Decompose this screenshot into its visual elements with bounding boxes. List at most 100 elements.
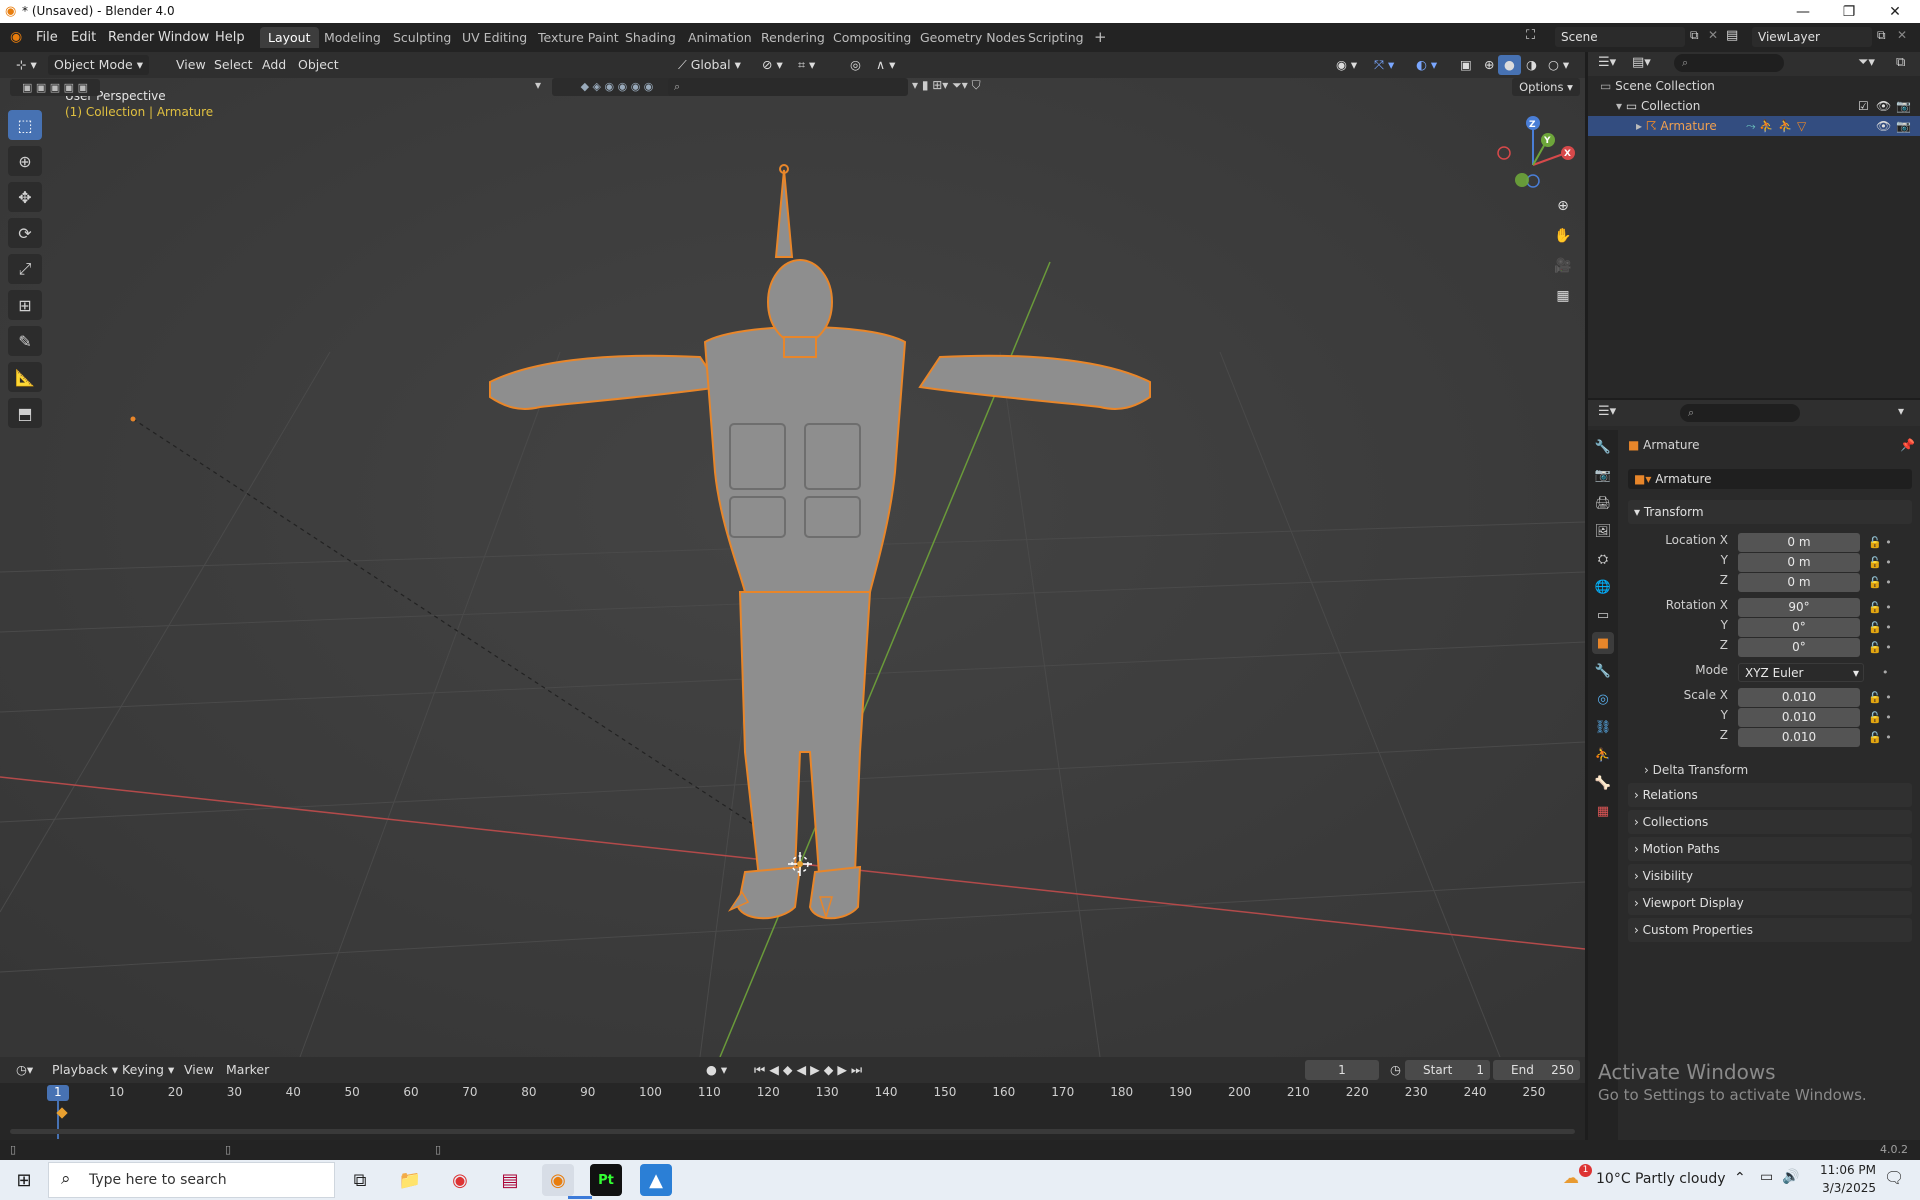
weather-icon[interactable]: ☁ [1563,1168,1579,1187]
lock-icon[interactable]: 🔓 • [1868,618,1908,638]
menu-file[interactable]: File [30,28,64,47]
options-button[interactable]: Options ▾ [1512,78,1580,96]
scene-icon[interactable]: ⛶ [1526,28,1535,43]
armature-data-tab-icon[interactable]: ⛹ [1592,744,1614,766]
gizmo-toggle-icon[interactable]: ⤧ ▾ [1368,55,1400,75]
solid-shading-icon[interactable]: ● [1498,55,1521,75]
clock-time[interactable]: 11:06 PM [1810,1163,1876,1177]
properties-editor-icon[interactable]: ☰▾ [1598,404,1616,419]
select-box-tool-icon[interactable]: ⬚ [8,110,42,140]
tab-sculpting[interactable]: Sculpting [385,27,459,48]
editor-type-icon[interactable]: ⊹ ▾ [10,55,43,75]
timeline-ruler[interactable]: 1 10 20 30 40 50 60 70 80 90 100 110 120 130 140 150 160… [0,1083,1585,1103]
lock-icon[interactable]: 🔓 • [1868,598,1908,618]
tab-modeling[interactable]: Modeling [316,27,389,48]
blender-menu-icon[interactable]: ◉ [10,29,22,45]
delete-view-layer-icon[interactable]: ✕ [1897,28,1907,42]
cursor-tool-icon[interactable]: ⊕ [8,146,42,176]
end-frame-field[interactable]: End 250 [1493,1060,1580,1080]
view-layer-tab-icon[interactable]: 🖼 [1592,520,1614,542]
tab-layout[interactable]: Layout [260,27,319,48]
network-icon[interactable]: ▭ [1760,1169,1773,1185]
lock-icon[interactable]: 🔓 • [1868,688,1908,708]
menu-add[interactable]: Add [256,55,292,75]
start-frame-field[interactable]: Start 1 [1405,1060,1490,1080]
armature-eye-icon[interactable]: 👁 [1876,116,1891,136]
tab-geometry-nodes[interactable]: Geometry Nodes [912,27,1033,48]
outliner-row-scene-collection[interactable]: ▭ Scene Collection [1600,76,1920,96]
pin-icon[interactable]: 📌 [1900,435,1915,455]
blender-taskbar-icon[interactable]: ◉ [542,1164,574,1196]
file-explorer-icon[interactable]: 📁 [394,1164,426,1196]
timeline-scrollbar[interactable] [10,1129,1575,1134]
scale-y-field[interactable]: 0.010 [1738,708,1860,727]
playback-menu[interactable]: Playback ▾ [46,1060,124,1080]
outliner-row-collection[interactable]: ▾ ▭ Collection ☑ 👁 📷 [1600,96,1920,116]
viewport-display-panel-header[interactable]: › Viewport Display [1628,891,1912,915]
collection-eye-icon[interactable]: 👁 [1876,96,1891,116]
physics-tab-icon[interactable]: ◎ [1592,688,1614,710]
clock-date[interactable]: 3/3/2025 [1810,1181,1876,1195]
timeline-editor-icon[interactable]: ◷▾ [10,1060,39,1080]
bone-tab-icon[interactable]: 🦴 [1592,772,1614,794]
lock-icon[interactable]: 🔓 • [1868,728,1908,748]
scale-tool-icon[interactable]: ⤢ [8,254,42,284]
collections-panel-header[interactable]: › Collections [1628,810,1912,834]
delta-transform-subpanel[interactable]: › Delta Transform [1644,760,1748,780]
keyframe-dot[interactable]: • [1868,663,1908,683]
expand-icon[interactable]: ▾ [1600,99,1626,113]
rendered-shading-icon[interactable]: ○ ▾ [1542,55,1575,75]
material-shading-icon[interactable]: ◑ [1520,55,1543,75]
keying-menu[interactable]: Keying ▾ [116,1060,180,1080]
rotation-mode-dropdown[interactable]: XYZ Euler ▾ [1738,663,1864,682]
timeline-view-menu[interactable]: View [178,1060,220,1080]
tab-compositing[interactable]: Compositing [825,27,919,48]
visibility-panel-header[interactable]: › Visibility [1628,864,1912,888]
add-workspace-icon[interactable]: + [1086,27,1115,48]
mode-selector[interactable]: Object Mode ▾ [48,55,149,75]
tray-chevron-icon[interactable]: ⌃ [1734,1170,1746,1186]
filter-shading-icons[interactable]: ◆ ◈ ◉ ◉ ◉ ◉ [552,78,682,96]
transform-tool-icon[interactable]: ⊞ [8,290,42,320]
pycharm-icon[interactable]: Pt [590,1164,622,1196]
measure-tool-icon[interactable]: 📐 [8,362,42,392]
tab-rendering[interactable]: Rendering [753,27,833,48]
add-cube-tool-icon[interactable]: ⬒ [8,398,42,428]
current-frame-field[interactable]: 1 [1305,1060,1379,1080]
scale-x-field[interactable]: 0.010 [1738,688,1860,707]
location-y-field[interactable]: 0 m [1738,553,1860,572]
lock-icon[interactable]: 🔓 • [1868,708,1908,728]
snap-icon[interactable]: ⌗ ▾ [792,55,821,75]
tab-shading[interactable]: Shading [617,27,684,48]
transform-panel-header[interactable]: ▾ Transform [1628,500,1912,524]
relations-panel-header[interactable]: › Relations [1628,783,1912,807]
outliner-editor-icon[interactable]: ☰▾ [1598,55,1616,70]
menu-edit[interactable]: Edit [65,28,102,47]
outliner-row-armature[interactable]: ▸ ☈ Armature ⤳ ⛹ ⛹ ▽ 👁 📷 [1588,116,1920,136]
scene-field[interactable]: Scene [1555,27,1685,47]
lock-icon[interactable]: 🔓 • [1868,638,1908,658]
zoom-icon[interactable]: ⊕ [1552,198,1574,220]
view-layer-icon[interactable]: ▤ [1726,28,1738,43]
view-layer-field[interactable]: ViewLayer [1752,27,1872,47]
properties-options-icon[interactable]: ▾ [1898,404,1904,418]
new-scene-icon[interactable]: ⧉ [1690,28,1699,43]
collection-camera-icon[interactable]: 📷 [1896,96,1911,116]
winrar-icon[interactable]: ▤ [494,1164,526,1196]
menu-window[interactable]: Window [152,28,215,47]
collapse-icon[interactable]: ▾ [535,78,541,92]
pan-hand-icon[interactable]: ✋ [1552,228,1574,250]
windows-start-icon[interactable]: ⊞ [8,1164,40,1196]
volume-icon[interactable]: 🔊 [1782,1169,1799,1185]
scale-z-field[interactable]: 0.010 [1738,728,1860,747]
render-tab-icon[interactable]: 📷 [1592,464,1614,486]
location-z-field[interactable]: 0 m [1738,573,1860,592]
menu-help[interactable]: Help [209,28,251,47]
rotate-tool-icon[interactable]: ⟳ [8,218,42,248]
lock-icon[interactable]: 🔓 • [1868,533,1908,553]
output-tab-icon[interactable]: 🖨 [1592,492,1614,514]
weather-text[interactable]: 10°C Partly cloudy [1596,1171,1726,1187]
object-type-icon[interactable]: ■▾ [1634,472,1655,486]
armature-camera-icon[interactable]: 📷 [1896,116,1911,136]
pivot-icon[interactable]: ⊘ ▾ [756,55,789,75]
